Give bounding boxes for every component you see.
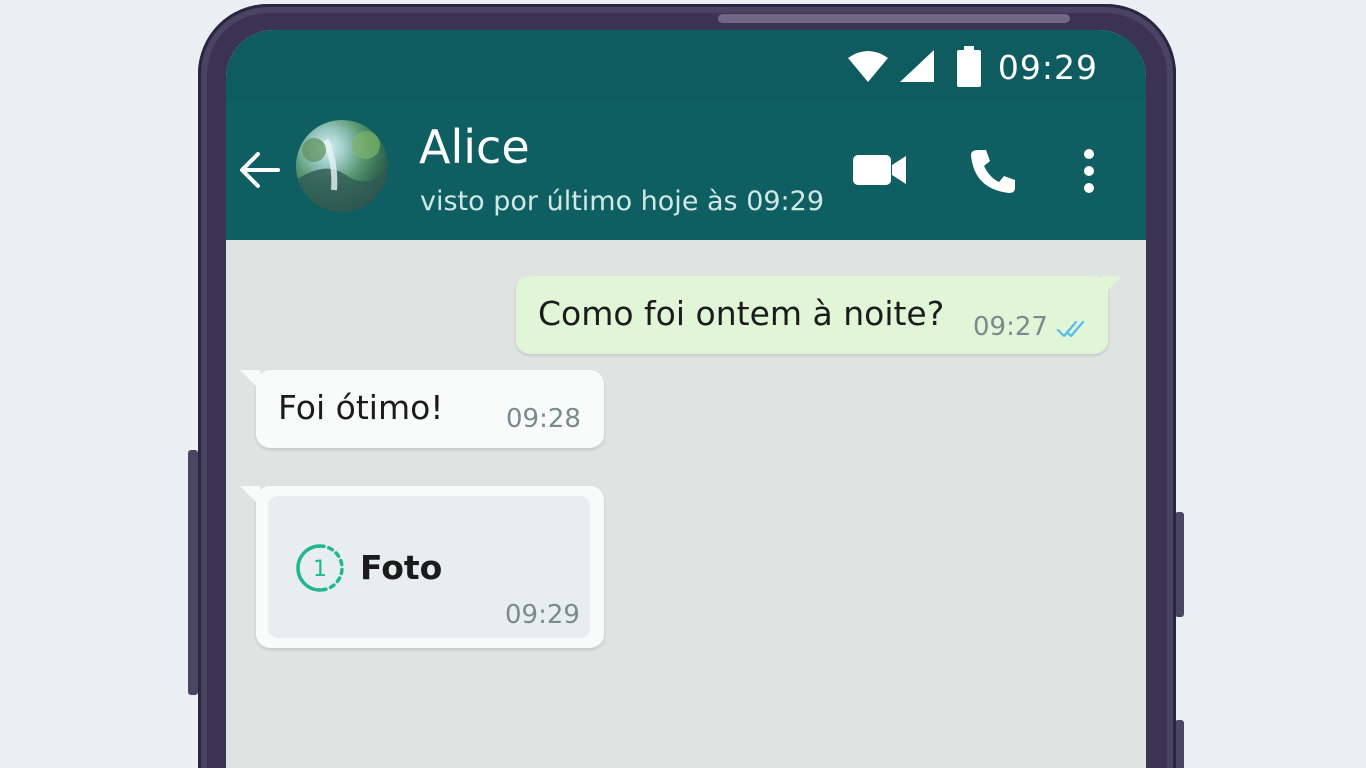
message-time: 09:28	[506, 404, 581, 434]
phone-power-button	[1175, 512, 1184, 617]
message-text: Foi ótimo!	[278, 388, 444, 427]
message-time: 09:29	[505, 600, 580, 630]
view-once-card[interactable]: 1 Foto 09:29	[268, 496, 590, 638]
message-incoming[interactable]: Foi ótimo! 09:28	[240, 370, 604, 448]
status-time: 09:29	[997, 48, 1098, 87]
signal-icon	[900, 50, 934, 82]
message-time: 09:27	[973, 312, 1048, 342]
avatar-image	[296, 131, 388, 212]
arrow-left-icon	[240, 152, 280, 188]
chat-header: Alice visto por último hoje às 09:29	[226, 100, 1146, 240]
last-seen-status: visto por último hoje às 09:29	[420, 186, 825, 217]
message-outgoing[interactable]: Como foi ontem à noite? 09:27	[516, 276, 1122, 354]
chat-messages[interactable]: Como foi ontem à noite? 09:27 Foi ótimo!…	[226, 240, 1146, 768]
message-incoming-view-once[interactable]: 1 Foto 09:29	[240, 486, 604, 648]
contact-name[interactable]: Alice	[419, 120, 530, 174]
phone-icon	[971, 150, 1015, 193]
double-check-icon	[1056, 320, 1085, 338]
bubble-tail	[240, 486, 260, 506]
view-once-label: Foto	[360, 548, 443, 587]
view-once-icon: 1	[296, 544, 344, 592]
more-options-button[interactable]	[1080, 146, 1098, 200]
message-text: Como foi ontem à noite?	[538, 294, 945, 333]
battery-icon	[957, 46, 981, 87]
status-bar: 09:29	[226, 30, 1146, 100]
wifi-icon	[848, 51, 888, 82]
voice-call-button[interactable]	[968, 146, 1018, 200]
back-button[interactable]	[236, 146, 284, 194]
bubble-tail	[240, 370, 260, 390]
view-once-count: 1	[313, 557, 327, 582]
phone-screen: 09:29 Alice visto por último hoje às 09:…	[226, 30, 1146, 768]
contact-avatar[interactable]	[296, 120, 388, 212]
status-icons-svg	[848, 50, 934, 82]
video-call-button[interactable]	[852, 152, 908, 192]
phone-volume-button	[188, 450, 198, 695]
videocam-icon	[853, 155, 906, 185]
bubble-tail	[1102, 276, 1122, 296]
status-icons	[844, 48, 944, 88]
phone-side-button	[1175, 720, 1184, 768]
more-vertical-icon	[1084, 149, 1094, 193]
phone-speaker	[718, 14, 1070, 23]
background: 09:29 Alice visto por último hoje às 09:…	[0, 0, 1366, 768]
